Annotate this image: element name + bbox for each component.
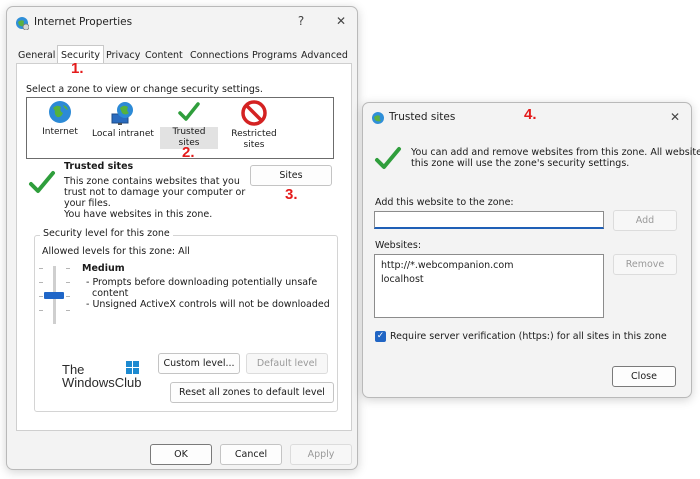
help-button[interactable]: ? [293,13,309,29]
tab-advanced[interactable]: Advanced [298,47,351,64]
trusted-sites-info: this zone will use the zone's security s… [411,158,630,169]
zone-info-line: trust not to damage your computer or [64,187,246,198]
trusted-sites-app-icon [372,112,384,124]
annotation-2: 2. [182,144,195,161]
add-website-input[interactable] [374,211,604,229]
tab-privacy[interactable]: Privacy [103,47,143,64]
zone-label: Internet [42,127,78,137]
apply-button[interactable]: Apply [290,444,352,465]
add-button[interactable]: Add [613,210,677,231]
security-level-desc: - Unsigned ActiveX controls will not be … [86,299,330,310]
add-website-label: Add this website to the zone: [375,197,514,208]
default-level-button[interactable]: Default level [246,353,328,374]
window-title: Internet Properties [34,16,133,28]
cancel-button[interactable]: Cancel [220,444,282,465]
allowed-levels-text: Allowed levels for this zone: All [42,246,190,257]
list-item[interactable]: http://*.webcompanion.com [381,260,513,271]
annotation-4: 4. [524,106,537,123]
slider-tick [66,310,70,311]
zone-internet[interactable]: Internet [38,100,82,138]
internet-options-icon [16,17,29,30]
slider-tick [39,268,43,269]
sites-button[interactable]: Sites [250,165,332,186]
zone-local-intranet[interactable]: Local intranet [90,100,156,140]
slider-tick [39,282,43,283]
annotation-1: 1. [71,60,84,77]
close-dialog-button[interactable]: Close [612,366,676,387]
security-level-title: Security level for this zone [40,228,173,239]
title-bar: Internet Properties ? ✕ [7,7,357,37]
tab-general[interactable]: General [15,47,58,64]
require-verification-checkbox[interactable]: ✓ [375,331,386,342]
trusted-check-icon [29,171,55,193]
window-title: Trusted sites [389,111,456,123]
slider-tick [39,296,43,297]
security-level-desc: content [92,288,129,299]
slider-tick [66,268,70,269]
slider-tick [66,296,70,297]
close-button[interactable]: ✕ [333,13,349,29]
list-item[interactable]: localhost [381,274,424,285]
security-level-desc: - Prompts before downloading potentially… [86,277,318,288]
remove-button[interactable]: Remove [613,254,677,275]
monitor-globe-icon [111,102,133,125]
zone-info-line: This zone contains websites that you [64,176,240,187]
security-slider-thumb[interactable] [44,292,64,299]
custom-level-button[interactable]: Custom level... [158,353,240,374]
no-entry-icon [241,100,267,126]
websites-list[interactable]: http://*.webcompanion.com localhost [374,254,604,318]
windows-logo-icon [126,361,139,374]
zone-label: Restricted sites [231,129,277,150]
watermark-line: WindowsClub [62,375,142,390]
zone-label: Local intranet [92,129,154,139]
zone-info-title: Trusted sites [64,161,134,172]
require-verification-label: Require server verification (https:) for… [390,331,667,342]
tab-content[interactable]: Content [142,47,186,64]
websites-label: Websites: [375,240,422,251]
zone-info-line: your files. [64,198,111,209]
zone-prompt: Select a zone to view or change security… [26,84,263,95]
close-button[interactable]: ✕ [667,109,683,125]
zone-trusted-sites[interactable]: Trusted sites [160,100,218,149]
security-level-name: Medium [82,263,125,274]
trusted-sites-info: You can add and remove websites from thi… [411,147,700,158]
globe-icon [49,101,71,123]
reset-all-zones-button[interactable]: Reset all zones to default level [170,382,334,403]
tab-programs[interactable]: Programs [249,47,300,64]
checkmark-icon [178,102,200,121]
checkmark-icon [375,147,401,169]
ok-button[interactable]: OK [150,444,212,465]
zone-info-line: You have websites in this zone. [64,209,213,220]
tab-connections[interactable]: Connections [187,47,252,64]
slider-tick [39,310,43,311]
annotation-3: 3. [285,186,298,203]
zone-restricted-sites[interactable]: Restricted sites [228,100,280,151]
slider-tick [66,282,70,283]
